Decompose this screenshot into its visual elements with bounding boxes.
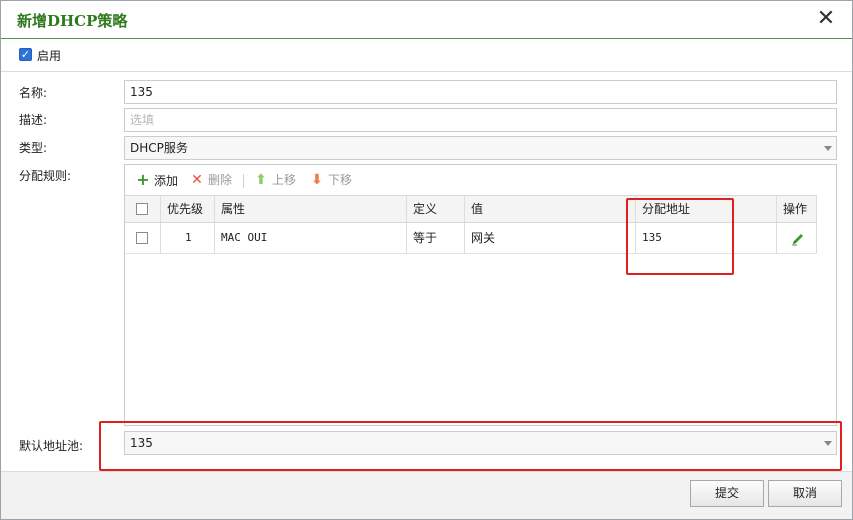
- header-address[interactable]: 分配地址: [636, 196, 777, 222]
- x-icon: ✕: [191, 172, 203, 188]
- dialog-footer: 提交 取消: [1, 471, 852, 519]
- select-all-checkbox[interactable]: [136, 202, 148, 215]
- pencil-icon[interactable]: [791, 232, 805, 246]
- cancel-button[interactable]: 取消: [768, 480, 842, 507]
- row-select-cell: [125, 223, 161, 253]
- chevron-down-icon: [824, 146, 832, 151]
- pool-label: 默认地址池:: [19, 439, 84, 453]
- cell-priority: 1: [161, 223, 215, 253]
- move-down-button[interactable]: ⬇ 下移: [309, 172, 352, 188]
- type-label: 类型:: [19, 141, 48, 155]
- rules-panel: + 添加 ✕ 删除 ⬆ 上移 ⬇ 下移 优先级 属性 定义 值 分配地址 操作 …: [124, 164, 837, 426]
- submit-button[interactable]: 提交: [690, 480, 764, 507]
- table-row[interactable]: 1 MAC OUI 等于 网关 135: [125, 223, 817, 254]
- grid-header: 优先级 属性 定义 值 分配地址 操作: [125, 195, 817, 223]
- type-select-value: DHCP服务: [130, 141, 188, 155]
- move-up-label: 上移: [272, 173, 297, 187]
- delete-label: 删除: [208, 173, 233, 187]
- header-priority[interactable]: 优先级: [161, 196, 215, 222]
- move-down-label: 下移: [328, 173, 353, 187]
- rules-label: 分配规则:: [19, 169, 72, 183]
- cell-attribute: MAC OUI: [215, 223, 407, 253]
- select-all-cell: [125, 196, 161, 222]
- name-input[interactable]: 135: [124, 80, 837, 104]
- plus-icon: +: [136, 170, 150, 189]
- enable-checkbox[interactable]: ✓: [19, 48, 32, 61]
- enable-row: ✓ 启用: [1, 39, 852, 72]
- pool-select[interactable]: 135: [124, 431, 837, 455]
- close-icon[interactable]: ✕: [816, 7, 836, 31]
- header-definition[interactable]: 定义: [407, 196, 465, 222]
- name-label: 名称:: [19, 86, 48, 100]
- toolbar-divider: [243, 174, 244, 188]
- delete-button[interactable]: ✕ 删除: [189, 172, 232, 188]
- dialog-title: 新增DHCP策略: [17, 12, 128, 30]
- pool-select-value: 135: [130, 436, 153, 450]
- cell-address: 135: [636, 223, 777, 253]
- enable-label: 启用: [37, 49, 62, 63]
- description-label: 描述:: [19, 113, 48, 127]
- move-up-button[interactable]: ⬆ 上移: [253, 172, 296, 188]
- arrow-up-icon: ⬆: [255, 172, 267, 188]
- dhcp-policy-dialog: 新增DHCP策略 ✕ ✓ 启用 名称: 135 描述: 选填 类型: DHCP服…: [0, 0, 853, 520]
- row-checkbox[interactable]: [136, 231, 148, 244]
- header-action: 操作: [777, 196, 817, 222]
- add-button[interactable]: + 添加: [135, 172, 178, 189]
- type-select[interactable]: DHCP服务: [124, 136, 837, 160]
- header-attribute[interactable]: 属性: [215, 196, 407, 222]
- header-value[interactable]: 值: [465, 196, 636, 222]
- cell-action: [777, 223, 817, 253]
- arrow-down-icon: ⬇: [311, 172, 323, 188]
- add-label: 添加: [154, 174, 179, 188]
- chevron-down-icon: [824, 441, 832, 446]
- description-input[interactable]: 选填: [124, 108, 837, 132]
- cell-definition: 等于: [407, 223, 465, 253]
- rules-toolbar: + 添加 ✕ 删除 ⬆ 上移 ⬇ 下移: [125, 165, 836, 195]
- dialog-titlebar: 新增DHCP策略 ✕: [1, 1, 852, 40]
- cell-value: 网关: [465, 223, 636, 253]
- rules-grid: 优先级 属性 定义 值 分配地址 操作 1 MAC OUI 等于 网关 135: [125, 195, 817, 254]
